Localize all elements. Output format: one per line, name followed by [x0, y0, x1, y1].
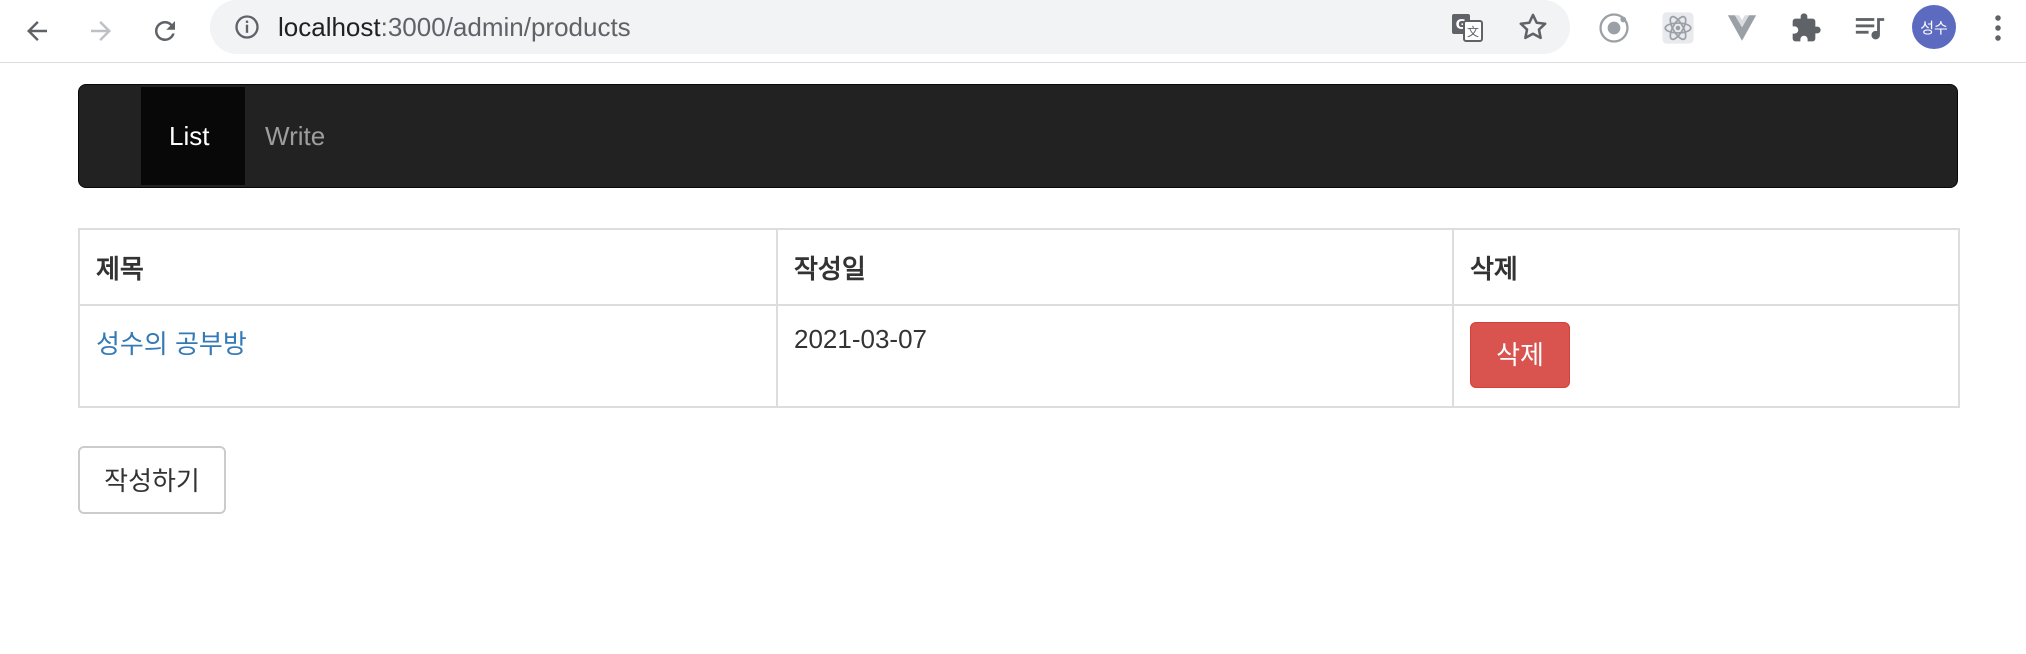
back-button[interactable] [12, 6, 62, 56]
date-cell: 2021-03-07 [776, 304, 1454, 408]
forward-button[interactable] [76, 6, 126, 56]
address-bar[interactable]: localhost:3000/admin/products G文 [210, 0, 1570, 54]
products-table: 제목 작성일 삭제 성수의 공부방 2021-03-07 삭제 [78, 228, 1960, 408]
nav-item-list[interactable]: List [141, 87, 245, 185]
url-text[interactable]: localhost:3000/admin/products [278, 0, 631, 54]
arrow-left-icon [27, 21, 47, 41]
table-header-row: 제목 작성일 삭제 [78, 228, 1960, 306]
url-path: :3000/admin/products [380, 12, 631, 42]
browser-toolbar: localhost:3000/admin/products G文 성수 [0, 0, 2026, 63]
ionic-icon[interactable] [1594, 8, 1634, 48]
extensions-puzzle-icon[interactable] [1786, 8, 1826, 48]
delete-cell: 삭제 [1452, 304, 1960, 408]
column-header-delete: 삭제 [1452, 228, 1960, 306]
delete-button[interactable]: 삭제 [1470, 322, 1570, 388]
column-header-title: 제목 [78, 228, 778, 306]
bookmark-star-icon[interactable] [1516, 10, 1550, 44]
table-row: 성수의 공부방 2021-03-07 삭제 [78, 304, 1960, 408]
product-title-link[interactable]: 성수의 공부방 [96, 329, 247, 359]
nav-item-write[interactable]: Write [245, 87, 345, 185]
vue-devtools-icon[interactable] [1722, 8, 1762, 48]
site-info-icon[interactable] [232, 12, 262, 42]
title-cell: 성수의 공부방 [78, 304, 778, 408]
translate-icon[interactable]: G文 [1450, 11, 1484, 43]
react-devtools-icon[interactable] [1658, 8, 1698, 48]
more-menu-icon[interactable] [1978, 8, 2018, 48]
media-queue-icon[interactable] [1850, 8, 1890, 48]
reload-icon [154, 20, 175, 41]
write-button[interactable]: 작성하기 [78, 446, 226, 514]
url-host: localhost [278, 12, 381, 42]
top-navbar: List Write [78, 84, 1958, 188]
profile-avatar[interactable]: 성수 [1912, 5, 1956, 49]
column-header-date: 작성일 [776, 228, 1454, 306]
svg-text:文: 文 [1467, 24, 1479, 39]
arrow-right-icon [91, 21, 111, 41]
reload-button[interactable] [140, 6, 190, 56]
